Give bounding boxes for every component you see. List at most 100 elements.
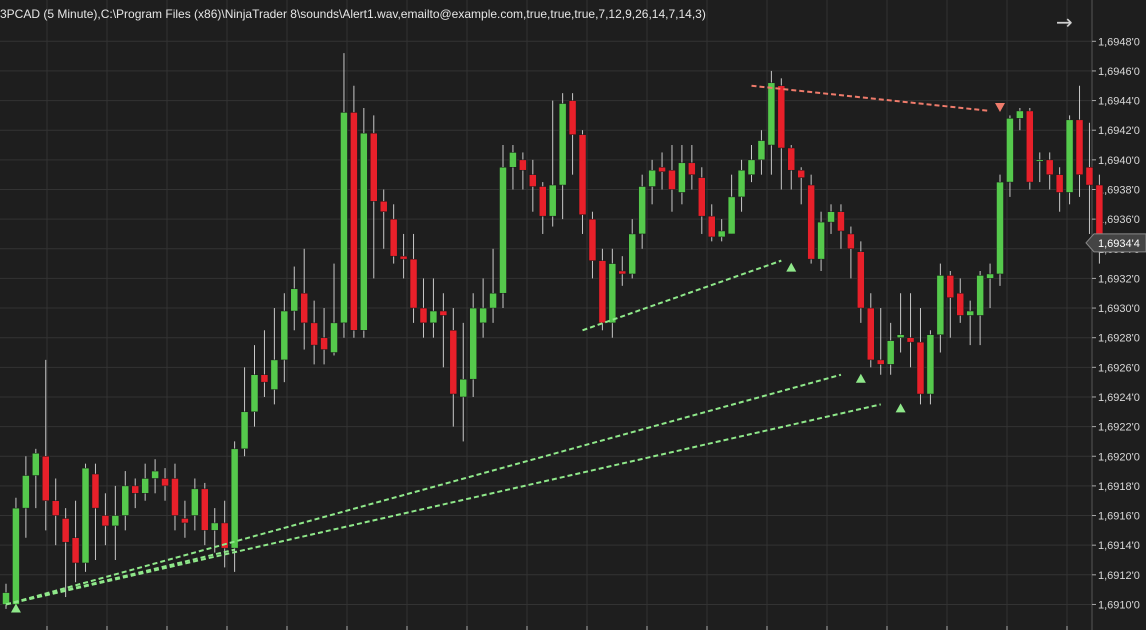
candle-up xyxy=(886,340,895,365)
candle-down xyxy=(906,337,915,343)
candle-down xyxy=(668,169,676,190)
candle-down xyxy=(777,85,786,149)
candle-up xyxy=(817,221,825,260)
y-tick-label: 1,6914'0 xyxy=(1098,540,1140,552)
candle-up xyxy=(230,448,239,549)
candle-down xyxy=(399,255,408,260)
candle-down xyxy=(867,307,875,361)
candle-down xyxy=(201,488,209,531)
candle-up xyxy=(499,167,507,294)
candle-down xyxy=(658,167,666,172)
candle-down xyxy=(916,341,925,395)
candle-up xyxy=(678,162,686,193)
candle-down xyxy=(956,292,964,316)
y-tick-label: 1,6930'0 xyxy=(1098,303,1140,315)
candle-down xyxy=(419,307,428,324)
candle-down xyxy=(876,359,885,365)
candle-up xyxy=(628,233,636,275)
candle-down xyxy=(588,218,597,261)
candle-down xyxy=(161,478,169,487)
candle-up xyxy=(290,288,299,312)
candle-up xyxy=(966,310,974,316)
y-tick-label: 1,6940'0 xyxy=(1098,155,1140,167)
candle-up xyxy=(976,275,984,316)
y-tick-label: 1,6922'0 xyxy=(1098,422,1140,434)
candle-down xyxy=(618,270,627,275)
candle-down xyxy=(181,518,189,524)
y-tick-label: 1,6928'0 xyxy=(1098,333,1140,345)
candle-down xyxy=(1095,184,1104,235)
candle-down xyxy=(260,374,269,383)
candle-down xyxy=(320,337,328,350)
candle-down xyxy=(449,330,458,395)
candle-down xyxy=(539,186,547,217)
candle-up xyxy=(608,263,617,324)
candle-down xyxy=(807,184,815,260)
candle-down xyxy=(370,132,378,202)
candle-up xyxy=(240,411,249,450)
candlestick-chart[interactable]: 1,6908'01,6910'01,6912'01,6914'01,6916'0… xyxy=(0,0,1146,630)
candle-up xyxy=(717,230,726,238)
candle-down xyxy=(598,260,607,324)
candle-down xyxy=(42,456,50,501)
candle-down xyxy=(946,275,955,298)
y-tick-label: 1,6932'0 xyxy=(1098,273,1140,285)
y-tick-label: 1,6924'0 xyxy=(1098,392,1140,404)
candle-up xyxy=(141,478,149,494)
right-arrow-icon[interactable]: → xyxy=(1056,10,1073,34)
candle-down xyxy=(1026,110,1034,183)
candle-down xyxy=(51,500,60,516)
candle-up xyxy=(737,169,746,198)
y-tick-label: 1,6946'0 xyxy=(1098,66,1140,78)
chart-title: 3PCAD (5 Minute),C:\Program Files (x86)\… xyxy=(0,7,706,21)
y-tick-label: 1,6926'0 xyxy=(1098,362,1140,374)
candle-down xyxy=(61,518,70,543)
candle-up xyxy=(81,467,90,564)
candle-up xyxy=(151,470,159,479)
candle-up xyxy=(1016,110,1024,119)
candle-down xyxy=(529,174,537,187)
candle-up xyxy=(1036,159,1044,162)
y-tick-label: 1,6912'0 xyxy=(1098,570,1140,582)
candle-up xyxy=(767,82,776,146)
y-tick-label: 1,6948'0 xyxy=(1098,36,1140,48)
candle-down xyxy=(131,485,139,494)
candle-down xyxy=(568,100,577,135)
candle-up xyxy=(459,378,467,398)
candle-up xyxy=(111,515,120,527)
candle-down xyxy=(698,177,706,217)
candle-down xyxy=(439,310,448,316)
candle-up xyxy=(648,169,656,187)
candle-up xyxy=(12,507,20,605)
candle-down xyxy=(1045,159,1054,175)
y-tick-label: 1,6938'0 xyxy=(1098,184,1140,196)
candle-down xyxy=(787,147,796,171)
candle-up xyxy=(638,186,646,235)
candle-down xyxy=(837,211,845,232)
candle-down xyxy=(857,251,865,309)
candle-up xyxy=(479,307,487,324)
candle-down xyxy=(519,159,527,171)
candle-up xyxy=(1006,118,1014,183)
candle-down xyxy=(409,258,418,309)
candle-up xyxy=(22,475,30,509)
candle-up xyxy=(250,374,259,413)
y-tick-label: 1,6910'0 xyxy=(1098,599,1140,611)
candle-down xyxy=(847,233,855,250)
candle-up xyxy=(469,307,477,380)
candle-up xyxy=(121,485,130,516)
current-price-label: 1,6934'4 xyxy=(1098,238,1140,250)
candle-down xyxy=(707,215,716,238)
candle-up xyxy=(827,211,835,223)
candle-down xyxy=(1075,119,1084,175)
candle-down xyxy=(797,169,805,178)
candle-down xyxy=(101,515,110,527)
candle-up xyxy=(1065,119,1074,193)
candle-down xyxy=(379,201,388,212)
candle-up xyxy=(210,522,219,531)
y-tick-label: 1,6942'0 xyxy=(1098,125,1140,137)
candle-up xyxy=(429,310,438,324)
candle-down xyxy=(688,162,696,175)
candle-up xyxy=(340,112,348,324)
y-tick-label: 1,6920'0 xyxy=(1098,451,1140,463)
